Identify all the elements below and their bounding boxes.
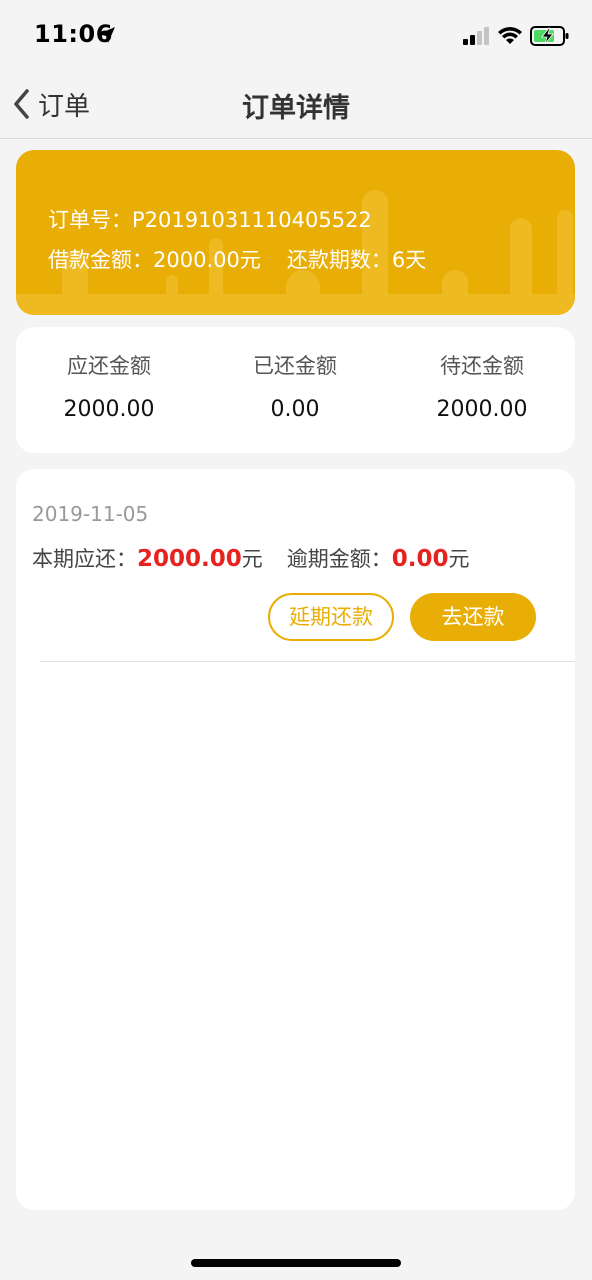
loan-info-line: 借款金额：2000.00元 还款期数：6天 [48, 244, 426, 274]
summary-pending: 待还金额 2000.00 [389, 351, 575, 425]
loan-amount-value: 2000.00元 [153, 248, 261, 272]
summary-repaid: 已还金额 0.00 [202, 351, 388, 425]
pending-amount-value: 2000.00 [436, 397, 528, 422]
loan-amount-label: 借款金额： [48, 248, 153, 272]
installment-amounts: 本期应还：2000.00元 逾期金额：0.00元 [32, 543, 470, 573]
summary-due: 应还金额 2000.00 [16, 351, 202, 425]
order-info-card: 订单号：P20191031110405522 借款金额：2000.00元 还款期数… [16, 150, 575, 315]
installment-date: 2019-11-05 [32, 502, 149, 526]
repaid-amount-label: 已还金额 [253, 354, 337, 378]
repayment-summary-card: 应还金额 2000.00 已还金额 0.00 待还金额 2000.00 [16, 327, 575, 453]
overdue-amount-unit: 元 [448, 547, 470, 571]
order-number-value: P20191031110405522 [132, 208, 372, 232]
current-due-value: 2000.00 [137, 546, 242, 572]
repaid-amount-value: 0.00 [270, 397, 320, 422]
wifi-icon [498, 27, 522, 44]
repayment-periods-label: 还款期数： [286, 248, 392, 272]
pending-amount-label: 待还金额 [440, 354, 524, 378]
repayment-periods-value: 6天 [391, 248, 427, 272]
status-bar: 11:06 [0, 0, 592, 72]
order-number-line: 订单号：P20191031110405522 [48, 204, 372, 234]
defer-repayment-button[interactable]: 延期还款 [268, 593, 394, 641]
page-title: 订单详情 [242, 93, 350, 124]
home-indicator[interactable] [191, 1259, 401, 1267]
battery-charging-icon [530, 26, 569, 46]
due-amount-label: 应还金额 [67, 354, 151, 378]
overdue-amount-label: 逾期金额： [286, 547, 392, 571]
current-due-label: 本期应还： [32, 547, 137, 571]
due-amount-value: 2000.00 [63, 397, 155, 422]
navigation-bar: 订单 订单详情 [0, 72, 592, 139]
cellular-signal-icon [463, 27, 489, 45]
location-arrow-icon [99, 27, 115, 43]
divider [40, 661, 575, 662]
repay-button[interactable]: 去还款 [410, 593, 536, 641]
order-number-label: 订单号： [48, 208, 132, 232]
overdue-amount-value: 0.00 [391, 546, 449, 572]
installment-list-card: 2019-11-05 本期应还：2000.00元 逾期金额：0.00元 延期还款 … [16, 469, 575, 1210]
current-due-unit: 元 [241, 547, 263, 571]
